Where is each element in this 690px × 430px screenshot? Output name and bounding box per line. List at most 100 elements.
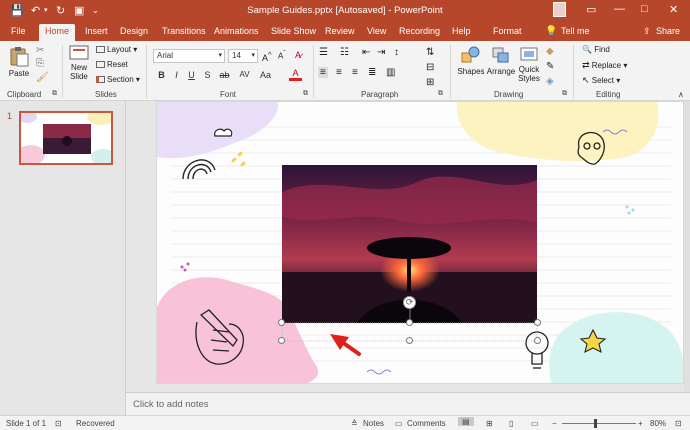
zoom-in-button[interactable]: +	[638, 419, 643, 428]
numbering-icon[interactable]: ☷	[340, 47, 349, 58]
slide-count: Slide 1 of 1	[6, 419, 47, 428]
rotate-handle-icon[interactable]: ⟳	[403, 296, 416, 309]
change-case-button[interactable]: Aa	[259, 70, 272, 80]
character-spacing-button[interactable]: AV	[238, 70, 251, 79]
reading-view-icon[interactable]: ▯	[509, 419, 513, 428]
share-button[interactable]: Share	[656, 25, 680, 41]
tab-format[interactable]: Format	[493, 25, 522, 41]
tab-slide-show[interactable]: Slide Show	[271, 25, 316, 41]
select-button[interactable]: ↖ Select ▾	[582, 75, 620, 86]
clipboard-launcher-icon[interactable]: ⧉	[52, 90, 57, 98]
align-text-icon[interactable]: ⊟	[426, 62, 434, 73]
comments-icon[interactable]: ▭	[395, 419, 403, 428]
increase-font-size-icon[interactable]: A^	[262, 50, 272, 63]
shapes-button[interactable]: Shapes	[456, 45, 486, 76]
vertical-scrollbar[interactable]	[684, 101, 690, 392]
ribbon: Paste ✂ ⎘ 🖌 Clipboard ⧉ New Slide Layout…	[0, 41, 690, 101]
decrease-indent-icon[interactable]: ⇤	[362, 47, 370, 58]
find-button[interactable]: 🔍 Find	[582, 45, 610, 54]
zoom-slider-thumb[interactable]	[594, 419, 597, 428]
notes-placeholder[interactable]: Click to add notes	[133, 399, 209, 410]
minimize-button[interactable]: —	[614, 3, 625, 15]
font-launcher-icon[interactable]: ⧉	[303, 90, 308, 98]
notes-toggle-icon[interactable]: ≙	[351, 419, 358, 428]
reset-button[interactable]: Reset	[96, 60, 128, 69]
notes-toggle[interactable]: Notes	[363, 419, 384, 428]
resize-handle-bottom-left[interactable]	[278, 337, 285, 344]
normal-view-icon[interactable]: ▤	[458, 417, 474, 426]
comments-toggle[interactable]: Comments	[407, 419, 446, 428]
notes-pane[interactable]: Click to add notes	[126, 392, 690, 415]
tab-transitions[interactable]: Transitions	[162, 25, 206, 41]
slide-show-icon[interactable]: ▭	[531, 419, 539, 428]
zoom-out-button[interactable]: −	[552, 419, 557, 428]
tab-recording[interactable]: Recording	[399, 25, 440, 41]
paragraph-launcher-icon[interactable]: ⧉	[438, 90, 443, 98]
align-left-icon[interactable]: ≡	[318, 67, 328, 78]
tab-review[interactable]: Review	[325, 25, 355, 41]
resize-handle-top-center[interactable]	[406, 319, 413, 326]
zoom-level[interactable]: 80%	[650, 419, 666, 428]
bold-button[interactable]: B	[155, 70, 168, 80]
shape-outline-icon[interactable]: ✎	[546, 61, 554, 72]
collapse-ribbon-icon[interactable]: ∧	[678, 90, 684, 99]
tell-me-search[interactable]: Tell me	[561, 25, 590, 41]
zoom-slider[interactable]	[562, 423, 636, 424]
section-button[interactable]: Section ▾	[96, 75, 140, 84]
quick-styles-button[interactable]: Quick Styles	[516, 45, 542, 83]
line-spacing-icon[interactable]: ↕	[394, 47, 399, 58]
bullets-icon[interactable]: ☰	[319, 47, 328, 58]
clear-formatting-icon[interactable]: A̷	[295, 50, 301, 60]
strikethrough-button[interactable]: S	[201, 70, 214, 80]
text-shadow-button[interactable]: ab	[218, 70, 231, 80]
tab-view[interactable]: View	[367, 25, 386, 41]
cut-icon[interactable]: ✂	[36, 45, 44, 56]
resize-handle-bottom-center[interactable]	[406, 337, 413, 344]
tab-file[interactable]: File	[11, 25, 26, 41]
drawing-launcher-icon[interactable]: ⧉	[562, 90, 567, 98]
format-painter-icon[interactable]: 🖌	[36, 72, 49, 83]
paste-button[interactable]: Paste	[6, 45, 32, 78]
smartart-icon[interactable]: ⊞	[426, 77, 434, 88]
tab-help[interactable]: Help	[452, 25, 471, 41]
replace-button[interactable]: ⇄ Replace ▾	[582, 60, 627, 71]
layout-button[interactable]: Layout ▾	[96, 45, 137, 54]
spelling-icon[interactable]: ⊡	[55, 419, 62, 428]
tab-animations[interactable]: Animations	[214, 25, 259, 41]
close-button[interactable]: ✕	[669, 3, 678, 16]
shape-effects-icon[interactable]: ◈	[546, 76, 554, 87]
slide-thumbnail[interactable]	[19, 111, 113, 165]
tab-insert[interactable]: Insert	[85, 25, 108, 41]
font-color-icon[interactable]: A	[289, 69, 302, 81]
font-name-dropdown[interactable]: Arial ▾	[153, 49, 225, 63]
new-slide-button[interactable]: New Slide	[66, 45, 92, 81]
avatar[interactable]	[553, 2, 566, 17]
slide-sorter-icon[interactable]: ⊞	[486, 419, 493, 428]
font-size-dropdown[interactable]: 14 ▾	[228, 49, 258, 63]
resize-handle-top-right[interactable]	[534, 319, 541, 326]
decrease-font-size-icon[interactable]: Aˇ	[278, 50, 286, 61]
layout-icon	[96, 46, 105, 54]
font-group-label: Font	[220, 90, 237, 99]
lightbulb-icon[interactable]: 💡	[545, 25, 557, 41]
slide[interactable]: ⟳	[156, 101, 684, 384]
maximize-button[interactable]: □	[641, 3, 648, 15]
tab-home[interactable]: Home	[39, 24, 76, 41]
resize-handle-top-left[interactable]	[278, 319, 285, 326]
copy-icon[interactable]: ⎘	[36, 58, 44, 69]
underline-button[interactable]: U	[185, 70, 198, 80]
shape-fill-icon[interactable]: ◆	[546, 46, 554, 57]
columns-icon[interactable]: ▥	[386, 67, 395, 78]
center-icon[interactable]: ≡	[336, 67, 342, 78]
justify-icon[interactable]: ≣	[368, 67, 376, 78]
tab-design[interactable]: Design	[120, 25, 148, 41]
text-direction-icon[interactable]: ⇅	[426, 47, 434, 58]
arrange-button[interactable]: Arrange	[486, 45, 516, 76]
italic-button[interactable]: I	[170, 70, 183, 80]
align-right-icon[interactable]: ≡	[352, 67, 358, 78]
fit-to-window-icon[interactable]: ⊡	[675, 419, 682, 428]
share-icon[interactable]: ⇪	[643, 25, 651, 41]
ribbon-display-options-icon[interactable]: ▭	[586, 3, 596, 16]
resize-handle-bottom-right[interactable]	[534, 337, 541, 344]
increase-indent-icon[interactable]: ⇥	[377, 47, 385, 58]
